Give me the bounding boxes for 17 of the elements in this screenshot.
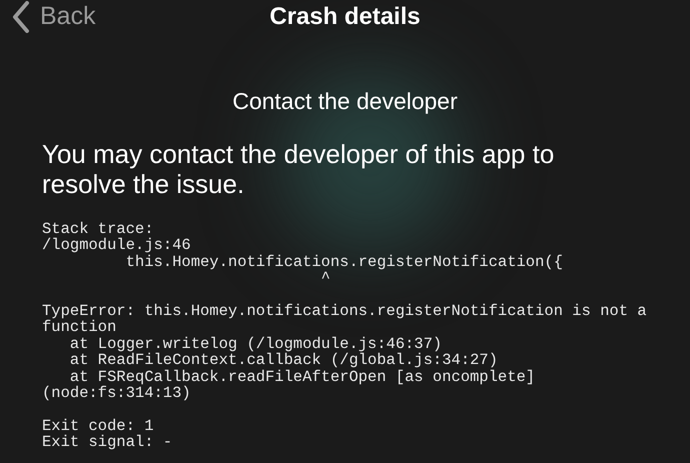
message-text: You may contact the developer of this app to resolve the issue. — [42, 138, 556, 198]
chevron-left-icon — [12, 1, 30, 33]
screen-title: Crash details — [270, 2, 420, 32]
stack-trace-line: /logmodule.js:46 — [42, 237, 191, 254]
stack-trace-line: this.Homey.notifications.registerNotification({ — [124, 254, 563, 270]
stack-trace-line: Stack trace: — [42, 220, 154, 237]
stack-trace-line: at ReadFileContext.callback (/global.js:34:27) — [68, 352, 498, 368]
stack-trace-line: Exit signal: - — [42, 434, 172, 450]
stack-trace-line: Exit code: 1 — [42, 418, 154, 434]
stack-trace-line: TypeError: this.Homey.notifications.registerNotification is not a — [42, 302, 647, 319]
stack-trace-line: function — [42, 319, 116, 336]
section-heading: Contact the developer — [231, 87, 459, 116]
stack-trace-line: at Logger.writelog (/logmodule.js:46:37) — [68, 336, 442, 352]
stack-trace-line: ^ — [321, 270, 330, 286]
back-button[interactable]: Back — [12, 0, 96, 36]
stack-trace-line: (node:fs:314:13) — [42, 385, 191, 402]
stack-trace-line: at FSReqCallback.readFileAfterOpen [as oncomplete] — [68, 368, 535, 385]
